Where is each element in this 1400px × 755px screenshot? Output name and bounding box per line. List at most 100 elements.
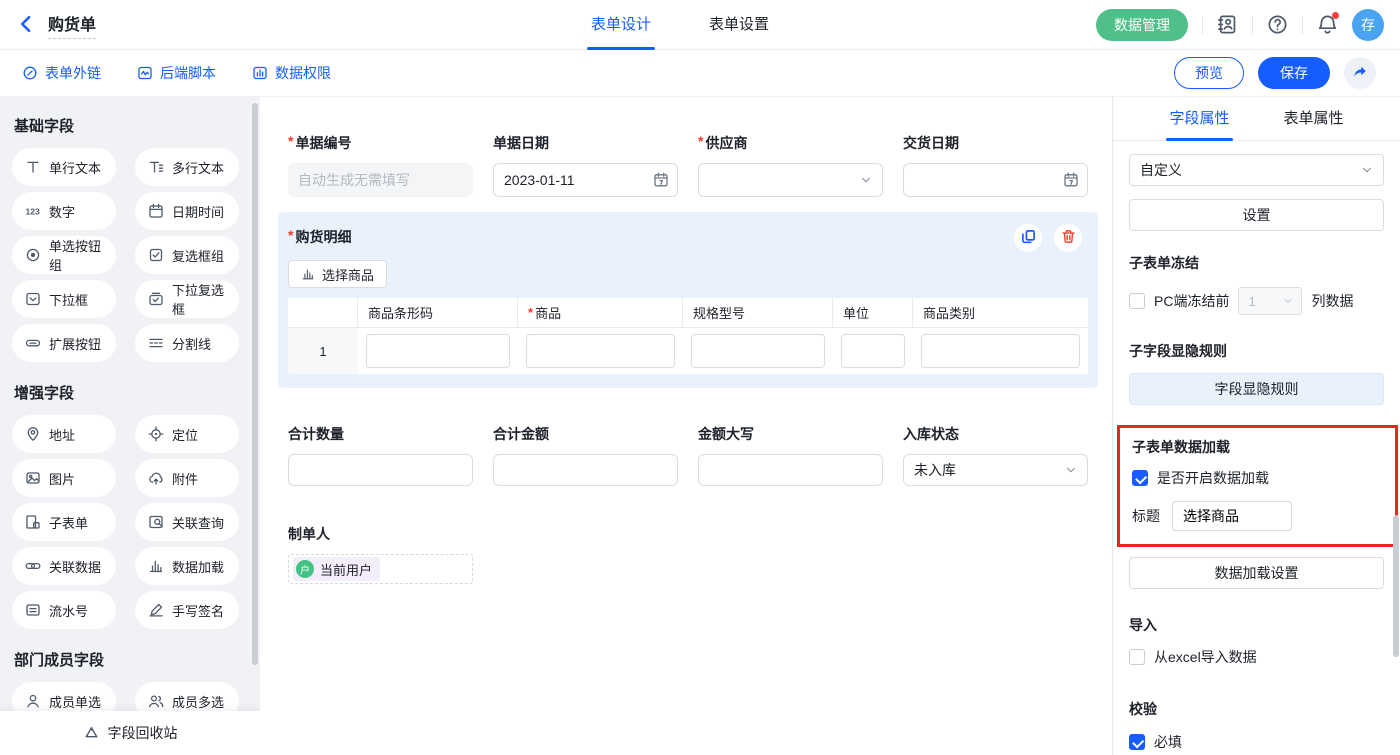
data-load-title-input[interactable] bbox=[1172, 501, 1292, 531]
required-checkbox[interactable] bbox=[1129, 734, 1145, 750]
visibility-rules-button[interactable]: 字段显隐规则 bbox=[1129, 373, 1384, 405]
trash-icon bbox=[1061, 229, 1076, 247]
sidebar-field-item[interactable]: 关联数据 bbox=[12, 547, 116, 585]
sidebar-field-item[interactable]: 多行文本 bbox=[135, 148, 239, 186]
total-amount-input[interactable] bbox=[493, 454, 678, 486]
table-cell[interactable] bbox=[833, 328, 913, 374]
subform-purchase-detail[interactable]: *购货明细 选择商品 商品条形码*商品规格型号单位商品类别 1 bbox=[278, 212, 1098, 388]
tab-form-properties[interactable]: 表单属性 bbox=[1284, 97, 1344, 141]
table-cell[interactable] bbox=[913, 328, 1088, 374]
back-icon[interactable] bbox=[16, 14, 38, 36]
sidebar-field-item[interactable]: 地址 bbox=[12, 415, 116, 453]
tab-form-design[interactable]: 表单设计 bbox=[591, 0, 651, 50]
total-qty-input[interactable] bbox=[288, 454, 473, 486]
storage-status-select[interactable]: 未入库 bbox=[903, 454, 1088, 486]
cell-input[interactable] bbox=[841, 334, 905, 368]
field-total-amount[interactable]: 合计金额 bbox=[493, 424, 678, 486]
freeze-checkbox[interactable] bbox=[1129, 293, 1145, 309]
settings-button[interactable]: 设置 bbox=[1129, 199, 1384, 231]
doc-date-input[interactable] bbox=[493, 163, 678, 197]
preview-button[interactable]: 预览 bbox=[1174, 57, 1244, 89]
sidebar-field-item[interactable]: 日期时间 bbox=[135, 192, 239, 230]
field-recycle-bin[interactable]: 字段回收站 bbox=[0, 711, 260, 755]
sidebar-field-item[interactable]: 附件 bbox=[135, 459, 239, 497]
freeze-count-select[interactable]: 1 bbox=[1238, 287, 1302, 315]
field-storage-status[interactable]: 入库状态 未入库 bbox=[903, 424, 1088, 486]
sidebar-field-item[interactable]: 手写签名 bbox=[135, 591, 239, 629]
tab-field-properties[interactable]: 字段属性 bbox=[1169, 97, 1229, 141]
link-label: 后端脚本 bbox=[160, 63, 216, 83]
data-load-checkbox[interactable] bbox=[1132, 470, 1148, 486]
panel-scrollbar[interactable] bbox=[1393, 515, 1399, 657]
sidebar-field-label: 附件 bbox=[172, 469, 198, 488]
current-user-icon: 户 bbox=[296, 560, 314, 578]
sidebar-field-item[interactable]: 下拉复选框 bbox=[135, 280, 239, 318]
sidebar-field-label: 关联查询 bbox=[172, 513, 224, 532]
help-icon[interactable] bbox=[1267, 14, 1288, 35]
doc-no-input[interactable] bbox=[288, 163, 473, 197]
cell-input[interactable] bbox=[691, 334, 825, 368]
page-title[interactable]: 购货单 bbox=[48, 11, 96, 39]
field-doc-no[interactable]: *单据编号 bbox=[288, 133, 473, 197]
calendar-icon bbox=[653, 172, 669, 188]
select-product-button[interactable]: 选择商品 bbox=[288, 260, 387, 288]
sidebar-field-item[interactable]: 扩展按钮 bbox=[12, 324, 116, 362]
table-cell[interactable] bbox=[518, 328, 683, 374]
current-user-tag[interactable]: 户 当前用户 bbox=[293, 557, 380, 581]
table-cell[interactable] bbox=[683, 328, 833, 374]
save-button[interactable]: 保存 bbox=[1258, 57, 1330, 89]
supplier-select[interactable] bbox=[698, 163, 883, 197]
delete-button[interactable] bbox=[1054, 224, 1082, 252]
checkbox-group-icon bbox=[148, 247, 164, 263]
data-permission-link[interactable]: 数据权限 bbox=[252, 63, 331, 83]
sidebar-field-label: 数据加载 bbox=[172, 557, 224, 576]
data-load-settings-button[interactable]: 数据加载设置 bbox=[1129, 557, 1384, 589]
sidebar-field-item[interactable]: 子表单 bbox=[12, 503, 116, 541]
tab-form-settings[interactable]: 表单设置 bbox=[709, 0, 769, 50]
copy-icon bbox=[1021, 229, 1036, 247]
field-amount-words[interactable]: 金额大写 bbox=[698, 424, 883, 486]
widget-type-select[interactable]: 自定义 bbox=[1129, 154, 1384, 186]
delivery-date-input[interactable] bbox=[903, 163, 1088, 197]
field-total-qty[interactable]: 合计数量 bbox=[288, 424, 473, 486]
share-button[interactable] bbox=[1344, 57, 1376, 89]
sidebar-field-item[interactable]: 123数字 bbox=[12, 192, 116, 230]
avatar[interactable]: 存 bbox=[1352, 9, 1384, 41]
form-external-link[interactable]: 表单外链 bbox=[22, 63, 101, 83]
sidebar-field-item[interactable]: 单选按钮组 bbox=[12, 236, 116, 274]
field-supplier[interactable]: *供应商 bbox=[698, 133, 883, 197]
button-icon bbox=[25, 335, 41, 351]
field-creator[interactable]: 制单人 户 当前用户 bbox=[288, 524, 1098, 584]
creator-box[interactable]: 户 当前用户 bbox=[288, 554, 473, 584]
bell-icon[interactable] bbox=[1317, 14, 1338, 35]
sidebar-field-item[interactable]: 下拉框 bbox=[12, 280, 116, 318]
addressbook-icon[interactable] bbox=[1217, 14, 1238, 35]
cell-input[interactable] bbox=[921, 334, 1080, 368]
excel-import-checkbox[interactable] bbox=[1129, 649, 1145, 665]
amount-words-input[interactable] bbox=[698, 454, 883, 486]
sidebar-scrollbar[interactable] bbox=[252, 103, 258, 665]
cell-input[interactable] bbox=[366, 334, 510, 368]
section-title-data-load: 子表单数据加载 bbox=[1132, 437, 1383, 457]
sidebar-field-item[interactable]: 关联查询 bbox=[135, 503, 239, 541]
copy-button[interactable] bbox=[1014, 224, 1042, 252]
backend-script-link[interactable]: 后端脚本 bbox=[137, 63, 216, 83]
table-cell[interactable] bbox=[358, 328, 518, 374]
data-manage-button[interactable]: 数据管理 bbox=[1096, 9, 1188, 41]
sidebar-field-label: 地址 bbox=[49, 425, 75, 444]
field-doc-date[interactable]: 单据日期 bbox=[493, 133, 678, 197]
text-icon bbox=[25, 159, 41, 175]
radio-icon bbox=[25, 247, 41, 263]
sidebar-field-item[interactable]: 图片 bbox=[12, 459, 116, 497]
sidebar-field-item[interactable]: 单行文本 bbox=[12, 148, 116, 186]
sidebar-field-item[interactable]: 复选框组 bbox=[135, 236, 239, 274]
divider bbox=[1202, 16, 1203, 34]
cell-input[interactable] bbox=[526, 334, 675, 368]
sidebar-field-item[interactable]: 分割线 bbox=[135, 324, 239, 362]
sidebar-field-item[interactable]: 流水号 bbox=[12, 591, 116, 629]
svg-text:123: 123 bbox=[26, 207, 40, 217]
sidebar-field-item[interactable]: 定位 bbox=[135, 415, 239, 453]
sidebar-field-item[interactable]: 数据加载 bbox=[135, 547, 239, 585]
field-delivery-date[interactable]: 交货日期 bbox=[903, 133, 1088, 197]
datetime-icon bbox=[148, 203, 164, 219]
